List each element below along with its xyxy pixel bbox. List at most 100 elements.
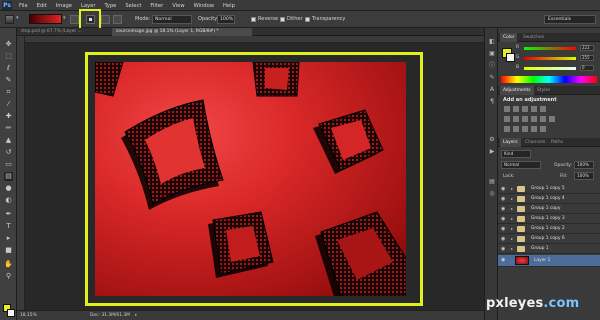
layer-comps-icon[interactable]: ▤ [488, 178, 496, 186]
paragraph-panel-icon[interactable]: ¶ [488, 98, 496, 106]
layer-filter-kind[interactable]: Kind [501, 150, 531, 158]
lasso-tool-icon[interactable]: ℓ [4, 64, 13, 73]
brush-panel-icon[interactable]: ✎ [488, 74, 496, 82]
crop-tool-icon[interactable]: ⌗ [4, 88, 13, 97]
hue-saturation-icon[interactable] [504, 116, 510, 122]
tab-adjustments[interactable]: Adjustments [500, 86, 534, 95]
status-arrow-icon[interactable]: ▸ [135, 311, 137, 320]
expand-arrow-icon[interactable]: ▸ [511, 216, 513, 221]
path-selection-tool-icon[interactable]: ▸ [4, 234, 13, 243]
menu-filter[interactable]: Filter [150, 3, 163, 9]
color-balance-icon[interactable] [513, 116, 519, 122]
history-panel-icon[interactable]: ◧ [488, 38, 496, 46]
expand-arrow-icon[interactable]: ▸ [511, 186, 513, 191]
red-value[interactable]: 222 [580, 45, 594, 51]
posterize-icon[interactable] [513, 126, 519, 132]
tab-swatches[interactable]: Swatches [520, 33, 547, 42]
visibility-eye-icon[interactable]: ◉ [501, 186, 507, 192]
color-panel-background-swatch[interactable] [506, 53, 515, 62]
fill-input[interactable]: 100% [574, 172, 594, 180]
layer-row[interactable]: ◉ ▸ Group 1 copy 6 [498, 234, 600, 244]
mode-select[interactable]: Normal [152, 15, 192, 24]
workspace-select[interactable]: Essentials [544, 15, 596, 24]
levels-icon[interactable] [513, 106, 519, 112]
layer-row[interactable]: ◉ ▸ Group 1 copy [498, 204, 600, 214]
brightness-contrast-icon[interactable] [504, 106, 510, 112]
visibility-eye-icon[interactable]: ◉ [501, 226, 507, 232]
layer-row[interactable]: ◉ ▸ Group 1 copy 4 [498, 194, 600, 204]
menu-select[interactable]: Select [125, 3, 141, 9]
angle-gradient-button[interactable] [113, 15, 122, 24]
radial-gradient-button[interactable] [101, 15, 110, 24]
curves-icon[interactable] [522, 106, 528, 112]
tool-presets-icon[interactable]: ⚙ [488, 136, 496, 144]
healing-brush-tool-icon[interactable]: ✚ [4, 112, 13, 121]
tab-channels[interactable]: Channels [522, 138, 548, 147]
blend-mode-select[interactable]: Normal [501, 161, 541, 169]
clone-source-icon[interactable]: ◎ [488, 190, 496, 198]
menu-layer[interactable]: Layer [81, 3, 95, 9]
invert-icon[interactable] [504, 126, 510, 132]
move-tool-icon[interactable]: ✥ [4, 40, 13, 49]
tab-styles[interactable]: Styles [534, 86, 553, 95]
expand-arrow-icon[interactable]: ▸ [511, 206, 513, 211]
shape-tool-icon[interactable]: ■ [4, 246, 13, 255]
red-slider[interactable] [524, 47, 576, 50]
info-panel-icon[interactable]: ⓘ [488, 62, 496, 70]
visibility-eye-icon[interactable]: ◉ [501, 206, 507, 212]
menu-help[interactable]: Help [223, 3, 235, 9]
visibility-eye-icon[interactable]: ◉ [501, 257, 507, 263]
expand-arrow-icon[interactable]: ▸ [511, 236, 513, 241]
color-spectrum[interactable] [501, 76, 597, 83]
threshold-icon[interactable] [522, 126, 528, 132]
layer-opacity-input[interactable]: 100% [574, 161, 594, 169]
layer-row-selected[interactable]: ◉ Layer 1 [498, 255, 600, 267]
black-white-icon[interactable] [522, 116, 528, 122]
tab-sourceimage[interactable]: sourceimage.jpg @ 18.1% (Layer 1, RGB/8#… [112, 28, 252, 36]
reverse-checkbox[interactable] [251, 17, 256, 22]
zoom-tool-icon[interactable]: ⚲ [4, 272, 13, 281]
brush-tool-icon[interactable]: ✏ [4, 124, 13, 133]
tab-paths[interactable]: Paths [548, 138, 566, 147]
gradient-tool-active-icon[interactable]: ▤ [4, 172, 13, 181]
layer-row[interactable]: ◉ ▸ Group 1 copy 2 [498, 224, 600, 234]
properties-panel-icon[interactable]: ▣ [488, 50, 496, 58]
menu-edit[interactable]: Edit [37, 3, 47, 9]
dodge-tool-icon[interactable]: ◐ [4, 196, 13, 205]
transparency-checkbox[interactable] [305, 17, 310, 22]
tab-color[interactable]: Color [500, 33, 518, 42]
channel-mixer-icon[interactable] [540, 116, 546, 122]
vibrance-icon[interactable] [540, 106, 546, 112]
history-brush-tool-icon[interactable]: ↺ [4, 148, 13, 157]
photo-filter-icon[interactable] [531, 116, 537, 122]
gradient-map-icon[interactable] [531, 126, 537, 132]
menu-file[interactable]: File [19, 3, 28, 9]
expand-arrow-icon[interactable]: ▸ [511, 196, 513, 201]
green-slider[interactable] [524, 57, 576, 60]
layer-row[interactable]: ◉ ▸ Group 1 copy 5 [498, 184, 600, 194]
gradient-picker[interactable] [29, 14, 62, 24]
actions-panel-icon[interactable]: ▶ [488, 148, 496, 156]
hand-tool-icon[interactable]: ✋ [4, 260, 13, 269]
linear-gradient-button[interactable] [70, 15, 79, 24]
blue-slider[interactable] [524, 67, 576, 70]
menu-view[interactable]: View [172, 3, 184, 9]
eraser-tool-icon[interactable]: ▭ [4, 160, 13, 169]
layer-row[interactable]: ◉ ▸ Group 1 copy 3 [498, 214, 600, 224]
quick-select-tool-icon[interactable]: ✎ [4, 76, 13, 85]
menu-image[interactable]: Image [56, 3, 72, 9]
eyedropper-tool-icon[interactable]: ⁄ [4, 100, 13, 109]
tab-step-psd[interactable]: step.psd @ 67.7% (Layer ... [17, 28, 109, 36]
zoom-level[interactable]: 18.15% [20, 311, 37, 320]
expand-arrow-icon[interactable]: ▸ [511, 246, 513, 251]
character-panel-icon[interactable]: A [488, 86, 496, 94]
color-lookup-icon[interactable] [549, 116, 555, 122]
background-color-swatch[interactable] [7, 309, 15, 317]
visibility-eye-icon[interactable]: ◉ [501, 246, 507, 252]
tab-layers[interactable]: Layers [500, 138, 521, 147]
gradient-tool-icon[interactable] [5, 15, 14, 24]
opacity-input[interactable]: 100% [217, 15, 235, 24]
pen-tool-icon[interactable]: ✒ [4, 210, 13, 219]
visibility-eye-icon[interactable]: ◉ [501, 216, 507, 222]
green-value[interactable]: 255 [580, 55, 594, 61]
